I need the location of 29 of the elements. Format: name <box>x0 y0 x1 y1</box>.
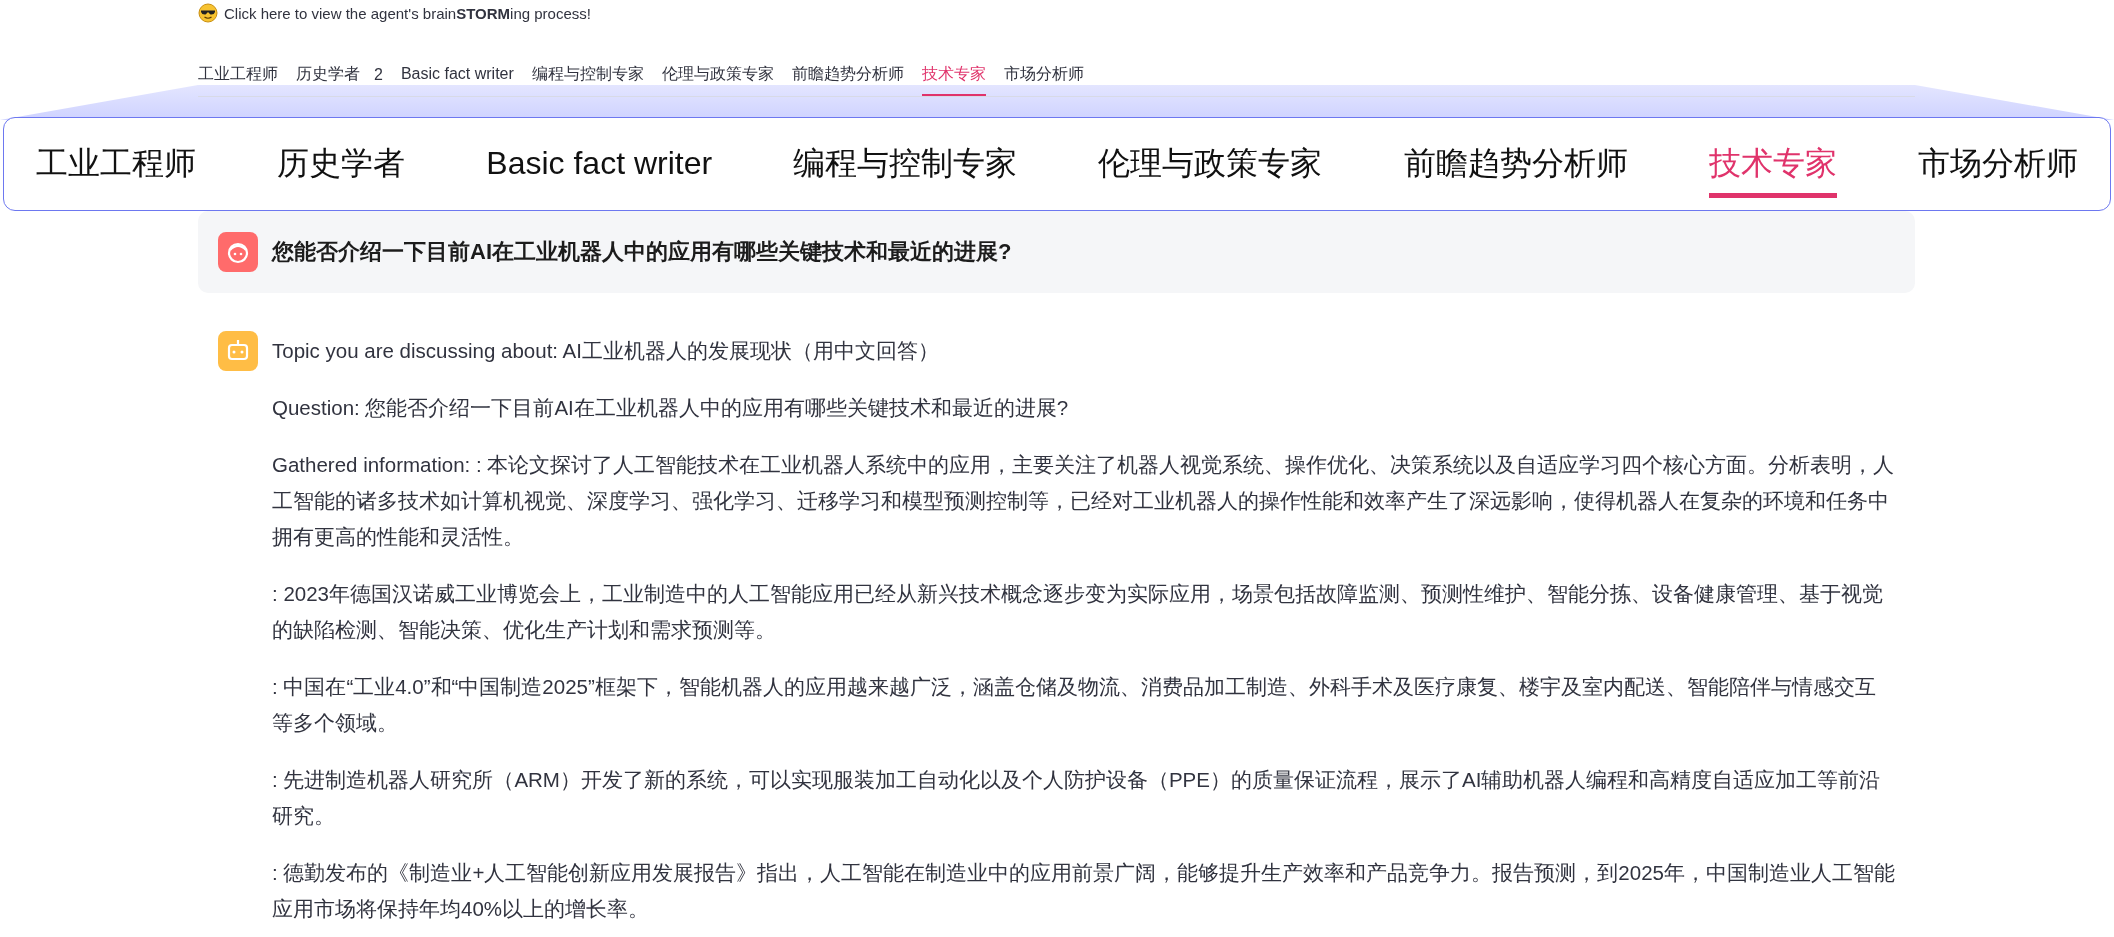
robot-icon <box>218 331 258 371</box>
answer-paragraph: : 中国在“工业4.0”和“中国制造2025”框架下，智能机器人的应用越来越广泛，涵盖仓储及物流、消费品加工制造、外科手术及医疗康复、楼宇及室内配送、智能陪伴与情感交互等多个领域。 <box>272 674 1877 736</box>
tab[interactable]: 工业工程师 <box>198 54 278 96</box>
tab[interactable]: 历史学者 <box>277 134 406 198</box>
tab[interactable]: Basic fact writer <box>400 54 514 96</box>
question-text: 您能否介绍一下目前AI在工业机器人中的应用有哪些关键技术和最近的进展? <box>272 238 1012 266</box>
answer-paragraph: Question: 您能否介绍一下目前AI在工业机器人中的应用有哪些关键技术和最近的进展? <box>272 395 1070 421</box>
answer-paragraph: : 德勤发布的《制造业+人工智能创新应用发展报告》指出，人工智能在制造业中的应用前景广阔，能够提升生产效率和产品竞争力。报告预测，到2025年，中国制造业人工智能应用市场将保持年均40%以上的增长率。 <box>272 860 1895 922</box>
answer-paragraph: Gathered information: : 本论文探讨了人工智能技术在工业机器人系统中的应用，主要关注了机器人视觉系统、操作优化、决策系统以及自适应学习四个核心方面。分析表明，人工智能的诸多技术如计算机视觉、深度学习、强化学习、迁移学习和模型预测控制等，已经对工业机器人的操作性能和效率产生了深远影响，使得机器人在复杂的环境和任务中拥有更高的性能和灵活性。 <box>272 452 1895 550</box>
brainstorming-link[interactable]: Click here to view the agent's brainSTORMing process! <box>224 4 591 22</box>
answer-paragraph: : 2023年德国汉诺威工业博览会上，工业制造中的人工智能应用已经从新兴技术概念逐步变为实际应用，场景包括故障监测、预测性维护、智能分拣、设备健康管理、基于视觉的缺陷检测、智能决策、优化生产计划和需求预测等。 <box>272 581 1884 643</box>
tab[interactable]: 技术专家 <box>1708 134 1837 198</box>
tab[interactable]: 市场分析师 <box>1003 54 1084 96</box>
answer-paragraph: : 先进制造机器人研究所（ARM）开发了新的系统，可以实现服装加工自动化以及个人防护设备（PPE）的质量保证流程，展示了AI辅助机器人编程和高精度自适应加工等前沿研究。 <box>272 767 1882 829</box>
tab[interactable]: 编程与控制专家 <box>793 134 1018 198</box>
tab[interactable]: 技术专家 <box>921 54 986 96</box>
answer-paragraph: Topic you are discussing about: AI工业机器人的发展现状（用中文回答） <box>272 338 940 364</box>
user-face-icon <box>218 232 258 272</box>
tab[interactable]: 伦理与政策专家 <box>1098 134 1323 198</box>
tab[interactable]: 市场分析师 <box>1917 134 2078 198</box>
tab-count: 2 <box>374 66 383 84</box>
tab[interactable]: 工业工程师 <box>36 134 196 198</box>
tab[interactable]: 前瞻趋势分析师 <box>791 54 904 96</box>
tab[interactable]: 前瞻趋势分析师 <box>1403 134 1628 198</box>
sunglasses-face-icon <box>198 3 218 23</box>
tab[interactable]: 历史学者 <box>296 54 360 96</box>
tab[interactable]: 伦理与政策专家 <box>661 54 774 96</box>
tab[interactable]: Basic fact writer <box>486 134 713 198</box>
tab[interactable]: 编程与控制专家 <box>531 54 644 96</box>
